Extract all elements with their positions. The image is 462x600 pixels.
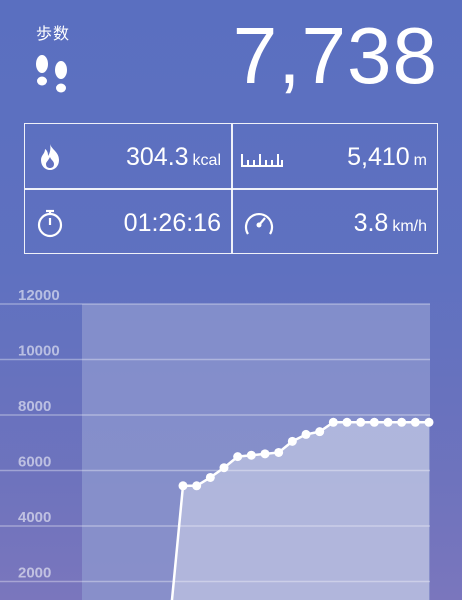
data-point [246, 450, 256, 460]
calories-value: 304.3 [125, 143, 189, 171]
ruler-icon [241, 154, 283, 167]
y-tick-label: 12000 [18, 287, 60, 304]
speed-cell: 3.8 km/h [232, 190, 437, 254]
y-tick-label: 6000 [18, 454, 51, 471]
data-point [315, 427, 325, 437]
speed-value: 3.8 [353, 209, 389, 237]
time-value: 01:26:16 [123, 209, 221, 237]
flame-icon [41, 144, 59, 170]
y-tick-label: 10000 [18, 343, 60, 360]
y-tick-label: 2000 [18, 565, 51, 582]
data-point [410, 417, 420, 427]
data-point [356, 417, 366, 427]
steps-chart: 2000 4000 6000 8000 10000 12000 [0, 287, 434, 600]
speedometer-icon [244, 213, 274, 235]
data-point [178, 481, 188, 491]
data-point [342, 417, 352, 427]
time-cell: 01:26:16 [25, 190, 231, 254]
data-point [424, 417, 434, 427]
data-point [369, 417, 379, 427]
stopwatch-icon [37, 209, 63, 238]
data-point [301, 429, 311, 439]
data-point [233, 452, 243, 462]
steps-label: 歩数 [36, 26, 71, 43]
data-point [192, 481, 202, 491]
y-tick-label: 8000 [18, 398, 51, 415]
distance-unit: m [413, 152, 427, 169]
distance-value: 5,410 [347, 143, 410, 171]
data-point [383, 417, 393, 427]
calories-unit: kcal [192, 152, 221, 169]
data-point [328, 417, 338, 427]
y-tick-label: 4000 [18, 509, 51, 526]
distance-cell: 5,410 m [232, 124, 437, 188]
steps-value: 7,738 [232, 11, 438, 100]
data-point [219, 463, 229, 473]
calories-cell: 304.3 kcal [25, 124, 231, 188]
speed-unit: km/h [392, 218, 427, 235]
stats-grid: 304.3 kcal 5,410 m 01:26:16 3.8 km/h [24, 123, 438, 254]
footprints-icon [36, 55, 67, 93]
data-point [274, 447, 284, 457]
data-point [397, 417, 407, 427]
data-point [287, 436, 297, 446]
data-point [260, 449, 270, 459]
data-point [205, 472, 215, 482]
